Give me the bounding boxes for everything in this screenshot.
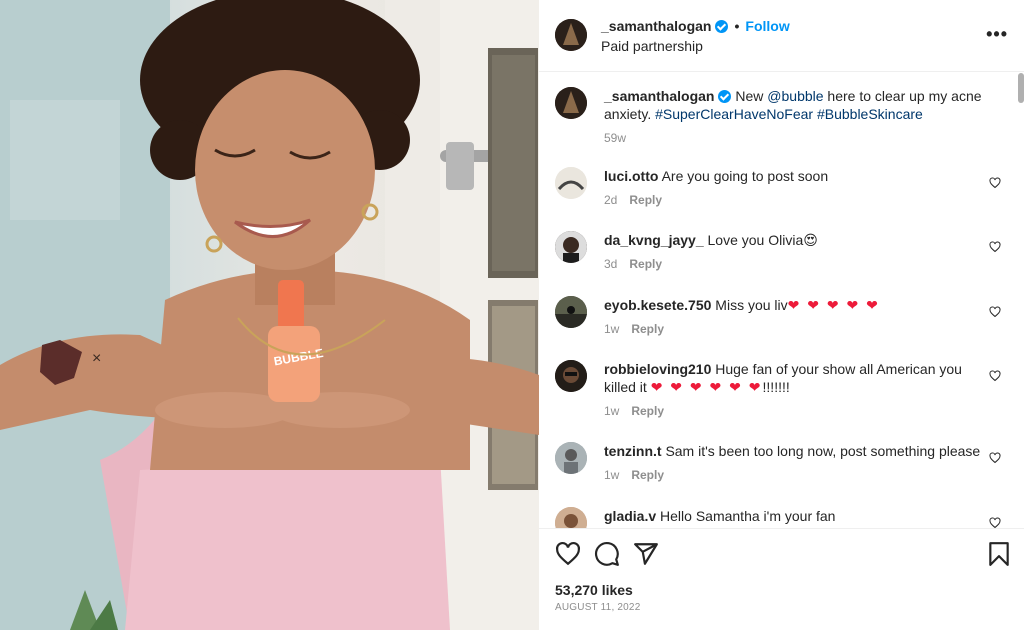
comment-time: 1w [604, 468, 620, 482]
caption-meta: 59w [604, 129, 988, 147]
post-header: _samanthalogan • Follow Paid partnership •… [539, 0, 1024, 72]
reply-button[interactable]: Reply [631, 404, 664, 418]
author-username[interactable]: _samanthalogan [601, 18, 711, 34]
reply-button[interactable]: Reply [631, 468, 664, 482]
comment-avatar-image [555, 167, 587, 199]
comment-body: da_kvng_jayy_ Love you Olivia😍 3d Reply [604, 231, 988, 273]
comment-avatar[interactable] [555, 442, 587, 474]
reply-button[interactable]: Reply [629, 257, 662, 271]
author-avatar-image [555, 19, 587, 51]
comment-text: Miss you liv [715, 297, 788, 313]
comment-username[interactable]: da_kvng_jayy_ [604, 232, 704, 248]
reply-button[interactable]: Reply [631, 322, 664, 336]
save-icon[interactable] [986, 541, 1012, 567]
comment-body: gladia.v Hello Samantha i'm your fan [604, 507, 988, 525]
comment-avatar-image [555, 231, 587, 263]
comment-avatar[interactable] [555, 507, 587, 528]
comment-text: Are you going to post soon [661, 168, 829, 184]
likes-count[interactable]: 53,270 likes [555, 582, 633, 598]
comments-list[interactable]: _samanthalogan New @bubble here to clear… [539, 73, 1024, 528]
comment-avatar-image [555, 360, 587, 392]
comment-body: tenzinn.t Sam it's been too long now, po… [604, 442, 988, 484]
comment-text-tail: !!!!!!! [762, 379, 790, 395]
author-line: _samanthalogan • Follow [601, 18, 790, 34]
separator-dot: • [734, 18, 740, 34]
comment-text: Sam it's been too long now, post somethi… [665, 443, 981, 459]
comment-avatar[interactable] [555, 231, 587, 263]
comment-like-icon[interactable] [989, 241, 1001, 253]
comment-avatar-image [555, 296, 587, 328]
comment-username[interactable]: eyob.kesete.750 [604, 297, 711, 313]
post-photo[interactable]: × BUBBLE [0, 0, 539, 630]
comment-avatar-image [555, 442, 587, 474]
heart-icon[interactable] [555, 541, 581, 567]
follow-button[interactable]: Follow [745, 18, 789, 34]
comment-like-icon[interactable] [989, 452, 1001, 464]
comment-meta: 2d Reply [604, 191, 988, 209]
svg-text:×: × [92, 350, 101, 367]
comment-body: robbieloving210 Huge fan of your show al… [604, 360, 988, 420]
share-icon[interactable] [633, 541, 659, 567]
comment-emoji: 😍 [803, 232, 818, 248]
verified-badge-icon [718, 90, 732, 103]
caption-username[interactable]: _samanthalogan [604, 88, 714, 104]
caption-mention-link[interactable]: @bubble [767, 88, 823, 104]
caption-text-before: New [735, 88, 768, 104]
post-actions: 53,270 likes AUGUST 11, 2022 [539, 528, 1024, 630]
reply-button[interactable]: Reply [629, 193, 662, 207]
comment-meta: 1w Reply [604, 466, 988, 484]
post-photo-illustration: × BUBBLE [0, 0, 539, 630]
comment-body: eyob.kesete.750 Miss you liv❤ ❤ ❤ ❤ ❤ 1w… [604, 296, 988, 338]
comments-scrollbar[interactable] [1018, 73, 1024, 103]
comment-username[interactable]: gladia.v [604, 508, 656, 524]
comment-like-icon[interactable] [989, 177, 1001, 189]
comment-time: 1w [604, 404, 620, 418]
comment-like-icon[interactable] [989, 517, 1001, 528]
comment-avatar[interactable] [555, 167, 587, 199]
comment-avatar[interactable] [555, 360, 587, 392]
comment-meta: 3d Reply [604, 255, 988, 273]
caption-hashtags-link[interactable]: #SuperClearHaveNoFear #BubbleSkincare [655, 106, 923, 122]
comment-body: luci.otto Are you going to post soon 2d R… [604, 167, 988, 209]
comment-text: Love you Olivia [707, 232, 804, 248]
comment-emoji: ❤ ❤ ❤ ❤ ❤ ❤ [650, 379, 763, 395]
comment-meta: 1w Reply [604, 320, 988, 338]
comment-time: 1w [604, 322, 620, 336]
comment-username[interactable]: tenzinn.t [604, 443, 662, 459]
caption-body: _samanthalogan New @bubble here to clear… [604, 87, 988, 147]
comment-avatar[interactable] [555, 296, 587, 328]
comment-like-icon[interactable] [989, 370, 1001, 382]
caption-avatar-image [555, 87, 587, 119]
paid-partnership-label[interactable]: Paid partnership [601, 38, 703, 54]
verified-badge-icon [715, 20, 729, 33]
more-icon[interactable]: ••• [986, 25, 1008, 43]
comment-avatar-image [555, 507, 587, 528]
author-avatar[interactable] [555, 19, 587, 51]
caption-avatar[interactable] [555, 87, 587, 119]
comment-time: 2d [604, 193, 618, 207]
comment-username[interactable]: robbieloving210 [604, 361, 711, 377]
comment-emoji: ❤ ❤ ❤ ❤ ❤ [787, 297, 880, 313]
comment-time: 3d [604, 257, 618, 271]
comment-icon[interactable] [594, 541, 620, 567]
caption-time: 59w [604, 131, 627, 145]
comment-meta: 1w Reply [604, 402, 988, 420]
comment-text: Hello Samantha i'm your fan [660, 508, 836, 524]
comment-username[interactable]: luci.otto [604, 168, 658, 184]
post-details-panel: _samanthalogan • Follow Paid partnership •… [539, 0, 1024, 630]
comment-like-icon[interactable] [989, 306, 1001, 318]
post-date[interactable]: AUGUST 11, 2022 [555, 602, 640, 613]
